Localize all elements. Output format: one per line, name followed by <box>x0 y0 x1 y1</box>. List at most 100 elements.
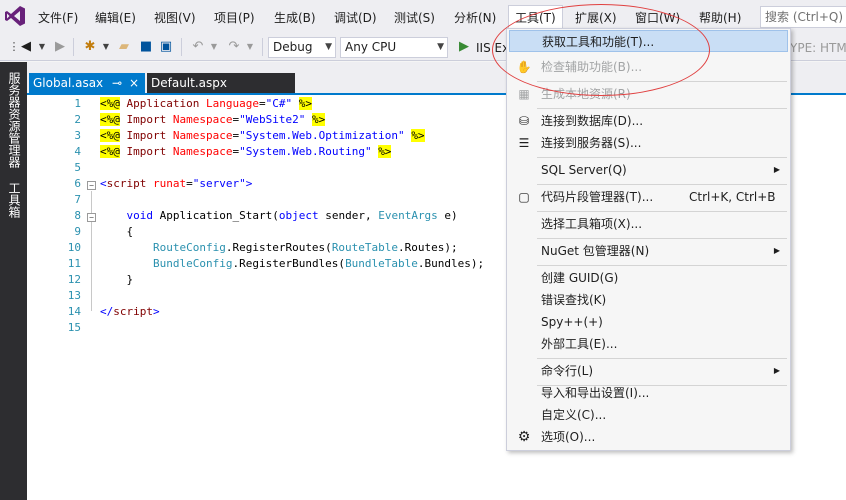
submenu-arrow-icon: ▶ <box>773 165 780 174</box>
save-all-icon[interactable]: ▣ <box>158 39 174 55</box>
line-number: 1 <box>74 97 81 110</box>
forward-icon[interactable]: ▶ <box>52 39 68 55</box>
redo-icon[interactable]: ↷ <box>226 39 242 55</box>
menu-separator <box>537 184 787 185</box>
platform-select[interactable]: Any CPU ▼ <box>340 37 448 58</box>
platform-value: Any CPU <box>345 40 397 54</box>
line-number: 5 <box>74 161 81 174</box>
code-line: BundleConfig.RegisterBundles(BundleTable… <box>152 257 485 270</box>
menu-item-connect-database[interactable]: ⛁ 连接到数据库(D)... <box>509 110 788 132</box>
submenu-arrow-icon: ▶ <box>773 366 780 375</box>
visual-studio-logo-icon[interactable] <box>4 5 26 27</box>
save-icon[interactable]: ■ <box>138 39 154 55</box>
menu-item-connect-server[interactable]: ☰ 连接到服务器(S)... <box>509 132 788 154</box>
menu-edit[interactable]: 编辑(E) <box>95 9 136 27</box>
menu-separator <box>537 81 787 82</box>
menu-separator <box>537 265 787 266</box>
toolbar-separator <box>181 38 182 56</box>
line-number: 6 <box>74 177 81 190</box>
close-icon[interactable]: × <box>129 73 139 94</box>
server-explorer-tab[interactable]: 服务器资源管理器 <box>3 72 24 168</box>
menu-item-create-guid[interactable]: 创建 GUID(G) <box>509 267 788 289</box>
configuration-value: Debug <box>273 40 313 54</box>
line-number: 2 <box>74 113 81 126</box>
code-line: } <box>100 273 134 286</box>
accessibility-icon: ✋ <box>516 60 532 74</box>
menu-item-import-export[interactable]: 导入和导出设置(I)... <box>509 382 788 404</box>
menu-item-command-line[interactable]: 命令行(L) ▶ <box>509 360 788 382</box>
menu-project[interactable]: 项目(P) <box>214 9 255 27</box>
redo-dropdown-icon[interactable]: ▼ <box>242 39 258 55</box>
tab-default-aspx[interactable]: Default.aspx <box>147 73 295 94</box>
menu-item-choose-toolbox-items[interactable]: 选择工具箱项(X)... <box>509 213 788 235</box>
pin-icon[interactable]: ⊸ <box>112 73 122 94</box>
menu-item-sql-server[interactable]: SQL Server(Q) ▶ <box>509 159 788 181</box>
menu-window[interactable]: 窗口(W) <box>635 9 680 27</box>
line-number: 4 <box>74 145 81 158</box>
menu-tools[interactable]: 工具(T) <box>508 5 563 29</box>
menu-help[interactable]: 帮助(H) <box>699 9 741 27</box>
chevron-down-icon: ▼ <box>325 42 332 52</box>
gear-icon: ⚙ <box>517 429 531 445</box>
code-line: <%@ Application Language="C#" %> <box>100 97 312 110</box>
menu-analyze[interactable]: 分析(N) <box>454 9 496 27</box>
server-connect-icon: ☰ <box>518 136 530 150</box>
line-number: 12 <box>67 273 81 286</box>
back-dropdown-icon[interactable]: ▼ <box>34 39 50 55</box>
submenu-arrow-icon: ▶ <box>773 246 780 255</box>
menu-item-spy[interactable]: Spy++(+) <box>509 311 788 333</box>
menu-separator <box>537 157 787 158</box>
run-target-label[interactable]: IIS Ex <box>476 41 509 55</box>
undo-dropdown-icon[interactable]: ▼ <box>206 39 222 55</box>
menu-item-nuget[interactable]: NuGet 包管理器(N) ▶ <box>509 240 788 262</box>
code-line: { <box>100 225 134 238</box>
menu-item-label: 选项(O)... <box>541 430 596 444</box>
fold-toggle[interactable]: − <box>87 181 96 190</box>
tab-global-asax[interactable]: Global.asax ⊸ × <box>29 73 145 94</box>
configuration-select[interactable]: Debug ▼ <box>268 37 336 58</box>
menu-separator <box>537 238 787 239</box>
menu-debug[interactable]: 调试(D) <box>334 9 377 27</box>
search-input[interactable]: 搜索 (Ctrl+Q) <box>760 6 846 28</box>
menu-item-customize[interactable]: 自定义(C)... <box>509 404 788 426</box>
menu-item-label: 导入和导出设置(I)... <box>541 386 650 400</box>
menu-separator <box>537 211 787 212</box>
menu-item-accessibility-check[interactable]: ✋ 检查辅助功能(B)... <box>509 56 788 78</box>
open-folder-icon[interactable]: ▰ <box>116 39 132 55</box>
toolbox-tab[interactable]: 工具箱 <box>3 182 24 218</box>
menu-file[interactable]: 文件(F) <box>38 9 78 27</box>
menu-item-get-tools[interactable]: 获取工具和功能(T)... <box>509 30 788 52</box>
menu-separator <box>537 358 787 359</box>
tab-label: Global.asax <box>33 76 104 90</box>
line-number: 15 <box>67 321 81 334</box>
menu-item-error-lookup[interactable]: 错误查找(K) <box>509 289 788 311</box>
menu-item-external-tools[interactable]: 外部工具(E)... <box>509 333 788 355</box>
menu-item-label: SQL Server(Q) <box>541 163 627 177</box>
tools-menu-dropdown: 获取工具和功能(T)... ✋ 检查辅助功能(B)... ▦ 生成本地资源(R)… <box>506 28 791 451</box>
new-project-icon[interactable]: ✱ <box>82 39 98 55</box>
undo-icon[interactable]: ↶ <box>190 39 206 55</box>
new-dropdown-icon[interactable]: ▼ <box>98 39 114 55</box>
line-number: 13 <box>67 289 81 302</box>
back-icon[interactable]: ◀ <box>18 39 34 55</box>
menu-test[interactable]: 测试(S) <box>394 9 435 27</box>
menu-item-label: 创建 GUID(G) <box>541 271 619 285</box>
run-icon[interactable]: ▶ <box>456 39 472 55</box>
fold-toggle[interactable]: − <box>87 213 96 222</box>
database-connect-icon: ⛁ <box>518 114 530 128</box>
menu-item-generate-resources[interactable]: ▦ 生成本地资源(R) <box>509 83 788 105</box>
menu-separator <box>537 108 787 109</box>
menu-extensions[interactable]: 扩展(X) <box>575 9 617 27</box>
menu-item-shortcut: Ctrl+K, Ctrl+B <box>689 190 776 204</box>
menu-item-label: Spy++(+) <box>541 315 603 329</box>
code-line: <script runat="server"> <box>100 177 253 190</box>
menu-item-snippet-manager[interactable]: ▢ 代码片段管理器(T)... Ctrl+K, Ctrl+B <box>509 186 788 208</box>
code-line: RouteConfig.RegisterRoutes(RouteTable.Ro… <box>152 241 458 254</box>
code-line: <%@ Import Namespace="System.Web.Routing… <box>100 145 392 158</box>
menu-build[interactable]: 生成(B) <box>274 9 316 27</box>
menu-item-label: 错误查找(K) <box>541 293 607 307</box>
menu-item-options[interactable]: ⚙ 选项(O)... <box>509 426 788 448</box>
fold-guide <box>91 191 92 311</box>
line-number: 9 <box>74 225 81 238</box>
menu-view[interactable]: 视图(V) <box>154 9 196 27</box>
